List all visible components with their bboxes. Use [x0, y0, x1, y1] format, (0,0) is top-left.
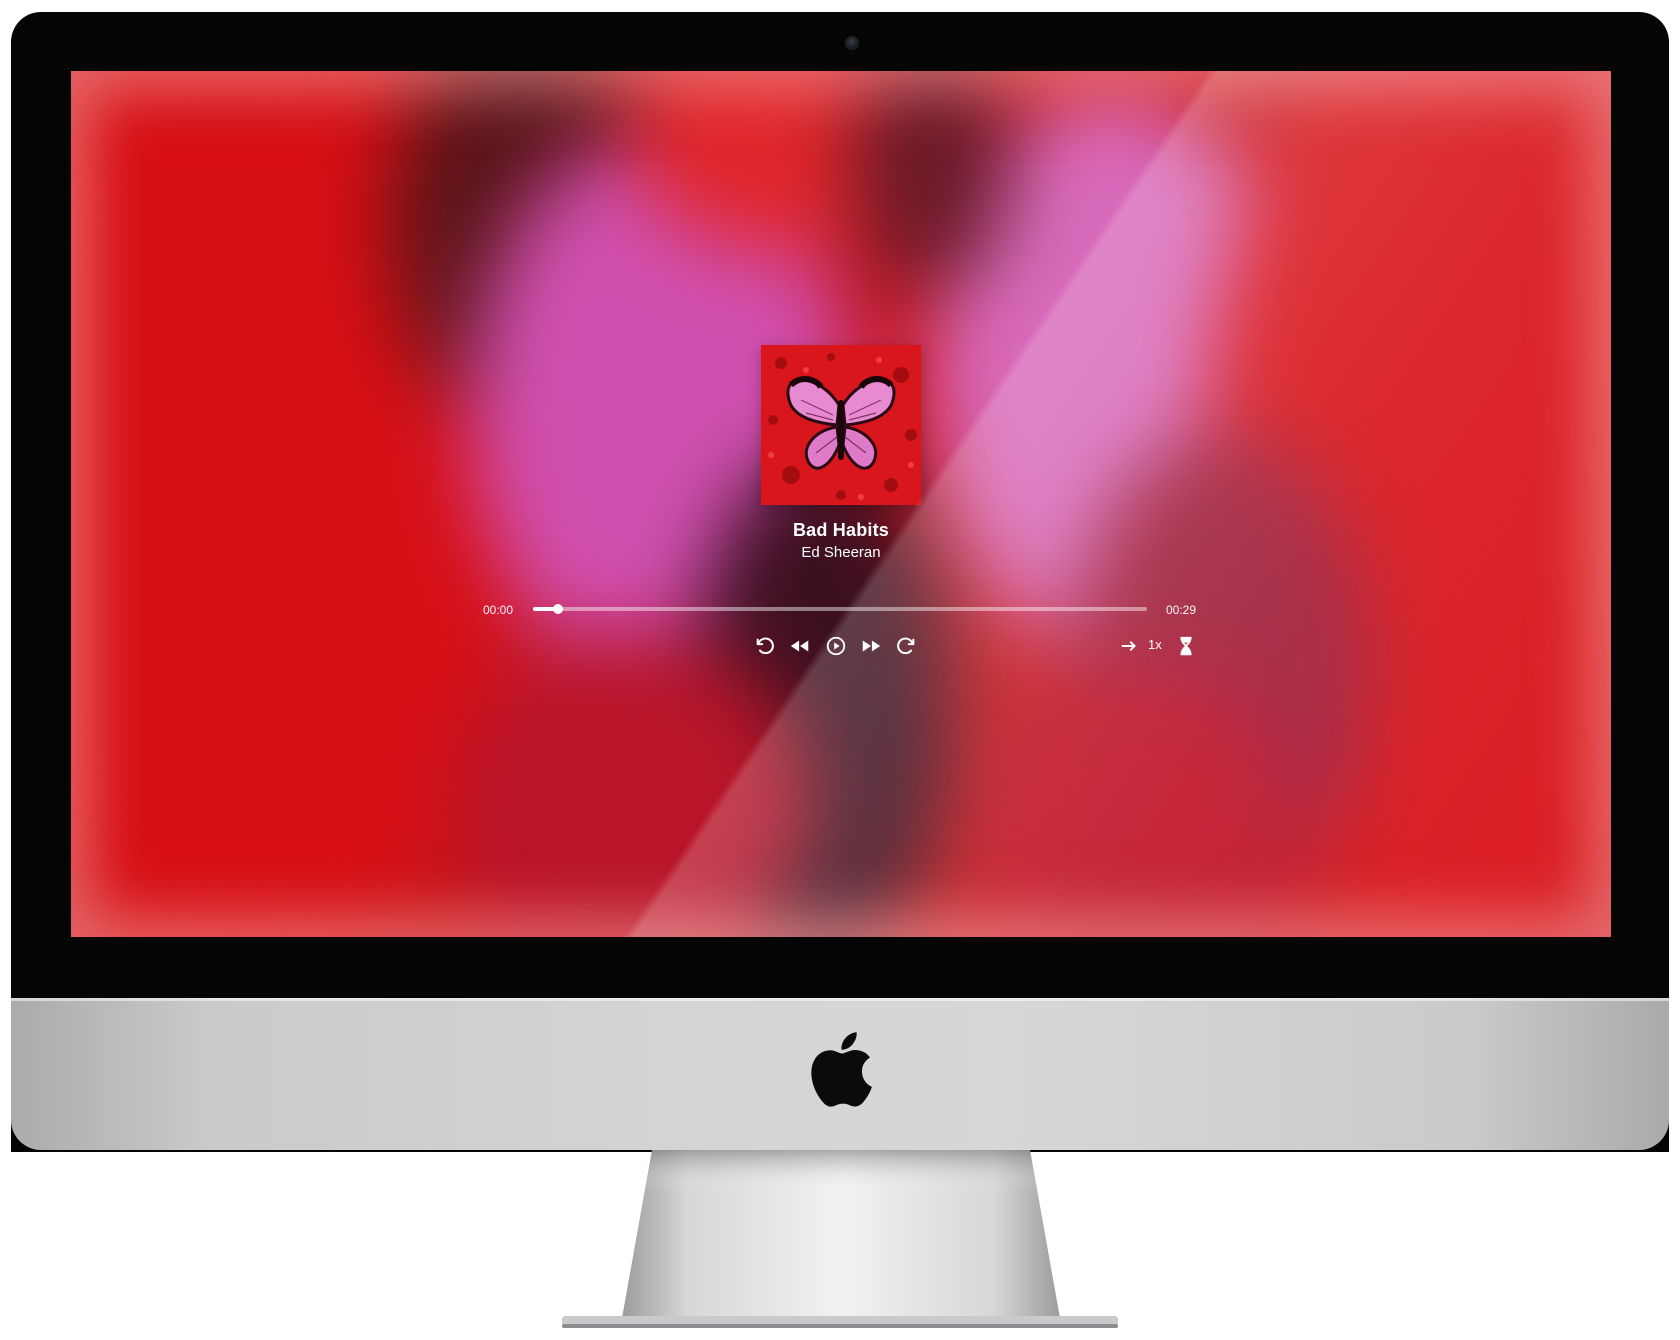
total-time: 00:29: [1166, 603, 1197, 617]
rotate-cw-icon: [897, 637, 915, 655]
arrow-right-icon: [1121, 641, 1136, 651]
imac-stand: [562, 1150, 1118, 1328]
hourglass-icon: [1180, 636, 1192, 656]
music-player: Bad Habits Ed Sheeran 00:00 00:29 1x: [71, 71, 1611, 937]
playback-speed-button[interactable]: 1x: [1148, 637, 1162, 652]
rotate-ccw-icon: [756, 637, 774, 655]
redo-button[interactable]: [893, 633, 919, 659]
progress-thumb[interactable]: [552, 604, 563, 614]
butterfly-artwork-icon: [761, 345, 921, 505]
imac-mockup: Bad Habits Ed Sheeran 00:00 00:29 1x: [0, 0, 1680, 1340]
track-artist: Ed Sheeran: [801, 544, 881, 561]
track-title: Bad Habits: [792, 520, 890, 540]
play-circle-icon: [826, 636, 846, 656]
screen: Bad Habits Ed Sheeran 00:00 00:29 1x: [71, 71, 1611, 937]
apple-logo-icon: [811, 1032, 872, 1107]
play-button[interactable]: [823, 633, 849, 659]
rewind-button[interactable]: [787, 633, 813, 659]
replay-button[interactable]: [752, 633, 778, 659]
repeat-mode-button[interactable]: [1116, 633, 1142, 659]
rewind-icon: [790, 640, 809, 652]
album-art: [761, 345, 921, 505]
fast-forward-icon: [862, 640, 881, 652]
current-time: 00:00: [483, 603, 514, 617]
camera-icon: [845, 36, 859, 50]
progress-bar[interactable]: [533, 604, 1147, 614]
sleep-timer-button[interactable]: [1173, 633, 1199, 659]
fast-forward-button[interactable]: [858, 633, 884, 659]
